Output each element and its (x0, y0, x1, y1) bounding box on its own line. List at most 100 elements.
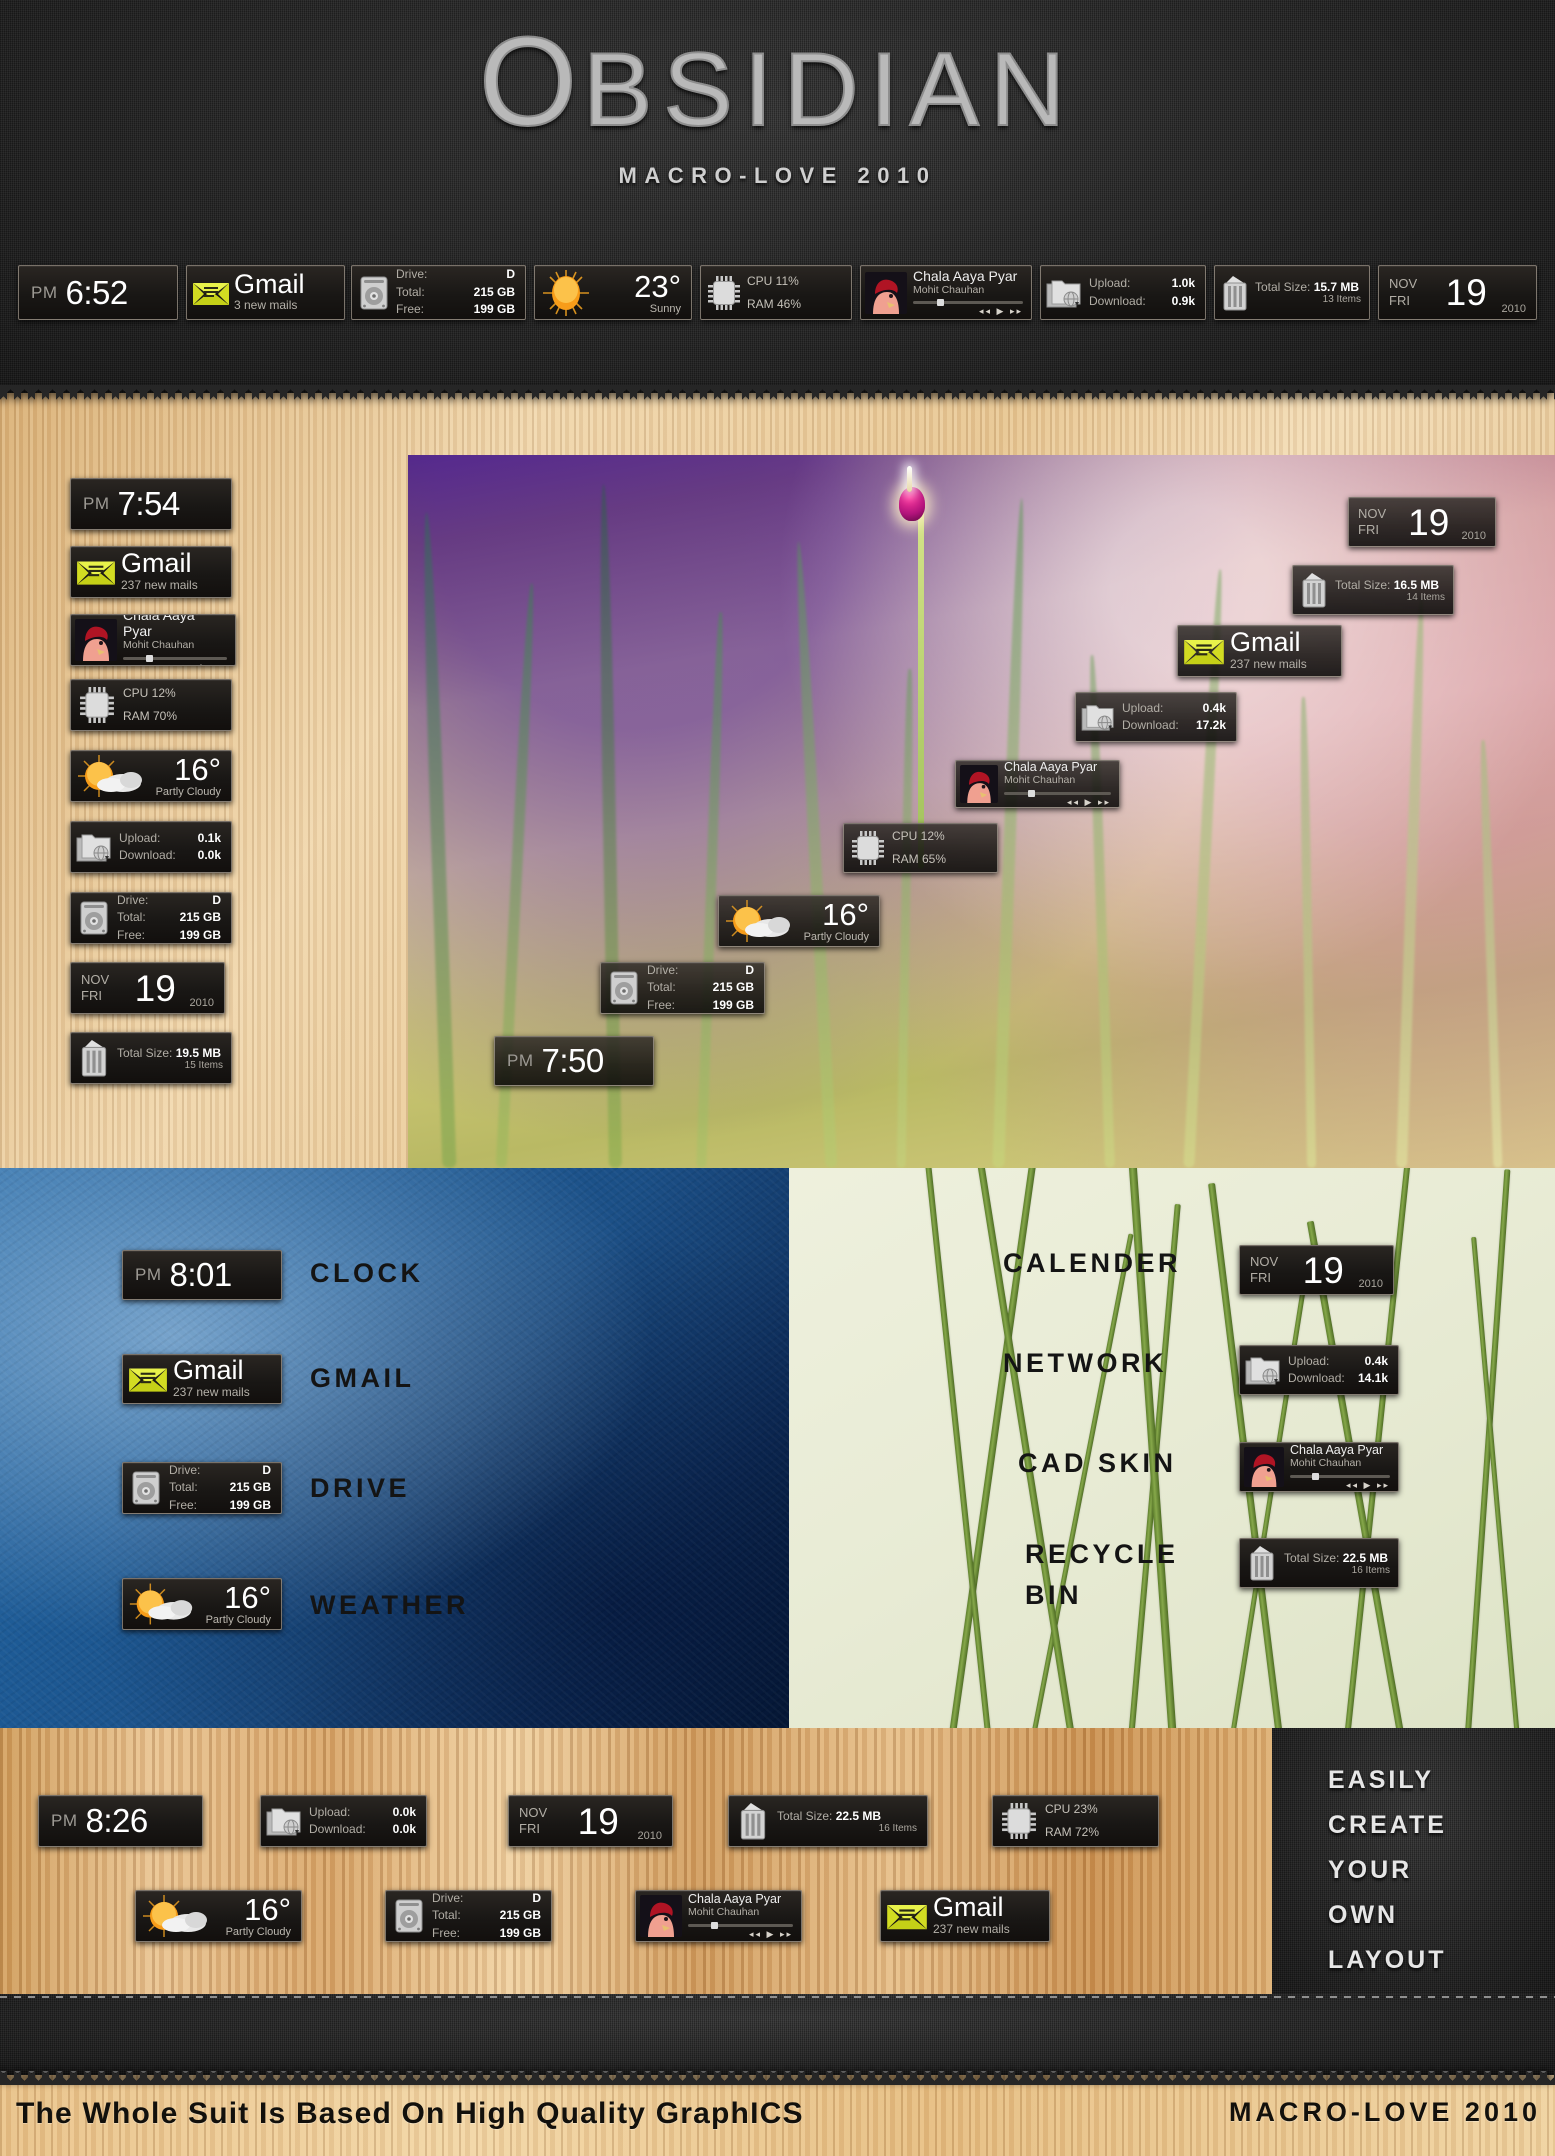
strip-media-widget[interactable]: Chala Aaya Pyar Mohit Chauhan ◂◂ ▶ ▸▸ (635, 1890, 802, 1942)
download-value: 0.0k (392, 1822, 416, 1836)
green-recyclebin-widget[interactable]: Total Size: 22.5 MB 16 Items (1239, 1538, 1399, 1588)
desktop-media-widget[interactable]: Chala Aaya Pyar Mohit Chauhan ◂◂ ▶ ▸▸ (955, 760, 1120, 808)
media-progress-handle[interactable] (937, 299, 945, 307)
blue-weather-widget[interactable]: 16° Partly Cloudy (122, 1578, 282, 1630)
strip-drive-widget[interactable]: Drive: D Total: 215 GB Free: 199 GB (385, 1890, 552, 1942)
topbar-gmail-widget[interactable]: Gmail 3 new mails (186, 265, 345, 320)
strip-gmail-widget[interactable]: Gmail 237 new mails (880, 1890, 1050, 1942)
strip-network-widget[interactable]: Upload: 0.0k Download: 0.0k (260, 1795, 427, 1847)
cpu-usage: CPU 12% (123, 686, 176, 701)
topbar-weather-widget[interactable]: 23° Sunny (534, 265, 692, 320)
sun-cloud-icon (136, 1893, 216, 1939)
trash-bin-icon (729, 1802, 777, 1840)
bin-total-label: Total Size: (1284, 1550, 1340, 1565)
blue-gmail-widget[interactable]: Gmail 237 new mails (122, 1354, 282, 1404)
sidebar-cpu-widget[interactable]: CPU 12% RAM 70% (70, 679, 232, 731)
bottom-wood-strip (0, 1728, 1272, 1994)
media-progress-handle[interactable] (145, 654, 153, 662)
hard-drive-icon (386, 1899, 432, 1933)
desktop-calendar-widget[interactable]: NOV FRI 19 2010 (1348, 497, 1496, 547)
green-network-widget[interactable]: Upload: 0.4k Download: 14.1k (1239, 1345, 1399, 1395)
strip-calendar-widget[interactable]: NOV FRI 19 2010 (508, 1795, 673, 1847)
gmail-unread-count: 237 new mails (933, 1921, 1010, 1936)
upload-label: Upload: (119, 830, 161, 845)
media-progress-bar[interactable] (123, 654, 227, 662)
media-progress-bar[interactable] (1004, 790, 1111, 798)
green-media-widget[interactable]: Chala Aaya Pyar Mohit Chauhan ◂◂ ▶ ▸▸ (1239, 1442, 1399, 1492)
album-art (75, 619, 117, 661)
upload-label: Upload: (1288, 1353, 1330, 1368)
topbar-network-widget[interactable]: Upload: 1.0k Download: 0.9k (1040, 265, 1206, 320)
drive-letter: D (506, 267, 515, 282)
green-label-recycle: RECYCLE (1025, 1539, 1179, 1569)
sidebar-media-widget[interactable]: Chala Aaya Pyar Mohit Chauhan ◂◂ ▶ ▸▸ (70, 614, 236, 666)
sidebar-calendar-widget[interactable]: NOV FRI 19 2010 (70, 962, 225, 1014)
desktop-gmail-widget[interactable]: Gmail 237 new mails (1177, 625, 1342, 677)
media-progress-bar[interactable] (688, 1922, 793, 1929)
topbar-drive-widget[interactable]: Drive: D Total: 215 GB Free: 199 GB (351, 265, 526, 320)
clock-ampm: PM (83, 494, 110, 513)
strip-clock-widget[interactable]: PM 8:26 (38, 1795, 203, 1847)
sidebar-network-widget[interactable]: Upload: 0.1k Download: 0.0k (70, 821, 232, 873)
sidebar-recyclebin-widget[interactable]: Total Size: 19.5 MB 15 Items (70, 1032, 232, 1084)
upload-label: Upload: (1122, 700, 1164, 715)
gmail-unread-count: 237 new mails (1230, 656, 1307, 671)
bin-item-count: 14 Items (1406, 591, 1445, 603)
weather-condition: Partly Cloudy (205, 1614, 271, 1626)
drive-total-label: Total: (117, 910, 146, 925)
logo-remaining-letters: BSIDIAN (582, 31, 1077, 149)
hard-drive-icon (71, 901, 117, 935)
media-progress-handle[interactable] (1312, 1473, 1319, 1481)
green-calendar-widget[interactable]: NOV FRI 19 2010 (1239, 1245, 1394, 1295)
media-controls[interactable]: ◂◂ ▶ ▸▸ (1290, 1480, 1390, 1491)
media-controls[interactable]: ◂◂ ▶ ▸▸ (123, 662, 227, 665)
calendar-year: 2010 (1461, 530, 1486, 542)
strip-weather-widget[interactable]: 16° Partly Cloudy (135, 1890, 302, 1942)
strip-cpu-widget[interactable]: CPU 23% RAM 72% (992, 1795, 1159, 1847)
bin-item-count: 13 Items (1322, 294, 1361, 305)
download-value: 0.9k (1171, 293, 1195, 308)
weather-temperature: 16° (174, 752, 221, 787)
promo-panel: EASILY CREATE YOUR OWN LAYOUT (1272, 1728, 1555, 1994)
desktop-clock-widget[interactable]: PM 7:50 (494, 1036, 654, 1086)
media-progress-bar[interactable] (1290, 1473, 1390, 1481)
hard-drive-icon (352, 276, 396, 310)
trash-bin-icon (71, 1039, 117, 1077)
sidebar-gmail-widget[interactable]: Gmail 237 new mails (70, 546, 232, 598)
desktop-cpu-widget[interactable]: CPU 12% RAM 65% (843, 823, 998, 873)
desktop-weather-widget[interactable]: 16° Partly Cloudy (718, 895, 880, 947)
cpu-usage: CPU 11% (747, 273, 799, 288)
topbar-media-widget[interactable]: Chala Aaya Pyar Mohit Chauhan ◂◂ ▶ ▸▸ (860, 265, 1032, 320)
gmail-title: Gmail (234, 268, 305, 299)
topbar-clock-widget[interactable]: PM 6:52 (18, 265, 178, 320)
album-art (1244, 1447, 1284, 1487)
desktop-drive-widget[interactable]: Drive: D Total: 215 GB Free: 199 GB (600, 962, 765, 1014)
media-progress-handle[interactable] (711, 1922, 719, 1929)
download-value: 17.2k (1195, 718, 1226, 732)
strip-recyclebin-widget[interactable]: Total Size: 22.5 MB 16 Items (728, 1795, 928, 1847)
gmail-title: Gmail (121, 548, 192, 579)
download-label: Download: (1089, 293, 1146, 308)
calendar-year: 2010 (189, 997, 214, 1009)
desktop-recyclebin-widget[interactable]: Total Size: 16.5 MB 14 Items (1292, 565, 1454, 615)
promo-line-1: EASILY (1328, 1766, 1435, 1794)
drive-label: Drive: (117, 892, 149, 907)
topbar-recyclebin-widget[interactable]: Total Size: 15.7 MB 13 Items (1214, 265, 1370, 320)
media-progress-bar[interactable] (913, 299, 1023, 307)
media-controls[interactable]: ◂◂ ▶ ▸▸ (913, 306, 1023, 317)
blue-drive-widget[interactable]: Drive: D Total: 215 GB Free: 199 GB (122, 1462, 282, 1514)
desktop-network-widget[interactable]: Upload: 0.4k Download: 17.2k (1075, 692, 1237, 742)
sidebar-clock-widget[interactable]: PM 7:54 (70, 478, 232, 530)
cpu-usage: CPU 12% (892, 829, 945, 844)
topbar-cpu-widget[interactable]: CPU 11% RAM 46% (700, 265, 852, 320)
sidebar-drive-widget[interactable]: Drive: D Total: 215 GB Free: 199 GB (70, 892, 232, 944)
drive-label: Drive: (647, 962, 679, 977)
media-progress-handle[interactable] (1027, 790, 1035, 798)
bin-total-size: 22.5 MB (835, 1808, 882, 1823)
sidebar-weather-widget[interactable]: 16° Partly Cloudy (70, 750, 232, 802)
bin-item-count: 16 Items (1351, 1564, 1390, 1576)
media-controls[interactable]: ◂◂ ▶ ▸▸ (1004, 797, 1111, 807)
media-controls[interactable]: ◂◂ ▶ ▸▸ (688, 1929, 793, 1940)
blue-clock-widget[interactable]: PM 8:01 (122, 1250, 282, 1300)
topbar-calendar-widget[interactable]: NOV FRI 19 2010 (1378, 265, 1537, 320)
